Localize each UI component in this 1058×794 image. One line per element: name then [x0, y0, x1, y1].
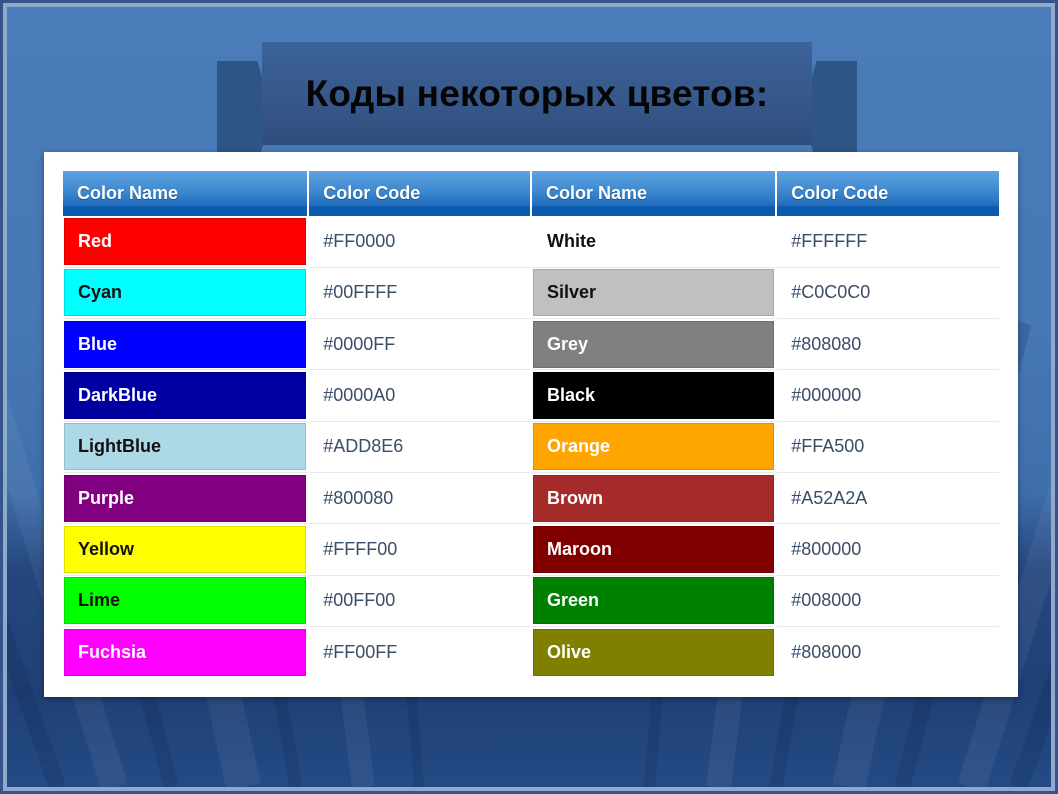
color-code-cell[interactable]: #800080 — [308, 472, 532, 525]
color-swatch: Green — [532, 577, 775, 625]
table-row: LightBlue #ADD8E6 Orange #FFA500 — [63, 421, 999, 474]
color-table-panel: Color Name Color Code Color Name Color C… — [44, 152, 1018, 697]
column-header-color-name-1[interactable]: Color Name — [63, 171, 310, 216]
slide: Коды некоторых цветов: Color Name Color … — [0, 0, 1058, 794]
color-code-cell[interactable]: #808080 — [776, 318, 999, 371]
color-name-cell[interactable]: Purple — [63, 472, 310, 525]
column-header-color-name-2[interactable]: Color Name — [530, 171, 778, 216]
color-swatch: Blue — [64, 320, 307, 368]
color-name-cell[interactable]: Fuchsia — [63, 626, 310, 678]
table-row: DarkBlue #0000A0 Black #000000 — [63, 369, 999, 422]
color-swatch: LightBlue — [64, 423, 307, 471]
color-name-cell[interactable]: Maroon — [530, 523, 778, 576]
color-name-cell[interactable]: Black — [530, 369, 778, 422]
table-row: Lime #00FF00 Green #008000 — [63, 575, 999, 628]
color-swatch: Orange — [532, 423, 775, 471]
color-code-cell[interactable]: #00FFFF — [308, 267, 532, 320]
color-swatch: Purple — [64, 474, 307, 522]
color-swatch: Lime — [64, 577, 307, 625]
color-swatch: Silver — [532, 269, 775, 317]
color-swatch: DarkBlue — [64, 372, 307, 420]
color-code-cell[interactable]: #0000A0 — [308, 369, 532, 422]
color-name-cell[interactable]: Lime — [63, 575, 310, 628]
color-swatch: Black — [532, 372, 775, 420]
page-title: Коды некоторых цветов: — [305, 72, 769, 114]
color-name-cell[interactable]: Orange — [530, 421, 778, 474]
color-name-cell[interactable]: Red — [63, 216, 310, 268]
color-swatch: Grey — [532, 320, 775, 368]
table-row: Fuchsia #FF00FF Olive #808000 — [63, 626, 999, 678]
color-swatch: Fuchsia — [64, 629, 307, 677]
color-code-cell[interactable]: #800000 — [776, 523, 999, 576]
column-header-color-code-1[interactable]: Color Code — [308, 171, 532, 216]
table-row: Red #FF0000 White #FFFFFF — [63, 216, 999, 268]
color-code-cell[interactable]: #FFA500 — [776, 421, 999, 474]
color-swatch: Red — [64, 217, 307, 265]
color-code-cell[interactable]: #808000 — [776, 626, 999, 678]
color-code-cell[interactable]: #008000 — [776, 575, 999, 628]
color-swatch: Olive — [532, 629, 775, 677]
color-swatch: Cyan — [64, 269, 307, 317]
table-row: Cyan #00FFFF Silver #C0C0C0 — [63, 267, 999, 320]
slide-canvas: Коды некоторых цветов: Color Name Color … — [7, 7, 1051, 787]
color-name-cell[interactable]: Olive — [530, 626, 778, 678]
table-body: Red #FF0000 White #FFFFFF Cyan #00FFFF Silver #… — [63, 216, 999, 678]
color-swatch: Maroon — [532, 526, 775, 574]
color-name-cell[interactable]: Blue — [63, 318, 310, 371]
color-name-cell[interactable]: Yellow — [63, 523, 310, 576]
color-code-cell[interactable]: #A52A2A — [776, 472, 999, 525]
color-swatch: Brown — [532, 474, 775, 522]
color-table: Color Name Color Code Color Name Color C… — [63, 171, 999, 678]
color-code-cell[interactable]: #FF00FF — [308, 626, 532, 678]
color-name-cell[interactable]: DarkBlue — [63, 369, 310, 422]
color-swatch: White — [532, 217, 775, 265]
color-name-cell[interactable]: Cyan — [63, 267, 310, 320]
title-bar: Коды некоторых цветов: — [262, 42, 812, 145]
color-code-cell[interactable]: #FFFF00 — [308, 523, 532, 576]
color-name-cell[interactable]: White — [530, 216, 778, 268]
color-name-cell[interactable]: Green — [530, 575, 778, 628]
color-code-cell[interactable]: #0000FF — [308, 318, 532, 371]
color-code-cell[interactable]: #C0C0C0 — [776, 267, 999, 320]
color-name-cell[interactable]: Brown — [530, 472, 778, 525]
color-code-cell[interactable]: #ADD8E6 — [308, 421, 532, 474]
table-header-row: Color Name Color Code Color Name Color C… — [63, 171, 999, 216]
color-code-cell[interactable]: #00FF00 — [308, 575, 532, 628]
color-name-cell[interactable]: LightBlue — [63, 421, 310, 474]
table-row: Yellow #FFFF00 Maroon #800000 — [63, 523, 999, 576]
color-swatch: Yellow — [64, 526, 307, 574]
table-row: Purple #800080 Brown #A52A2A — [63, 472, 999, 525]
color-name-cell[interactable]: Silver — [530, 267, 778, 320]
color-name-cell[interactable]: Grey — [530, 318, 778, 371]
column-header-color-code-2[interactable]: Color Code — [776, 171, 999, 216]
color-code-cell[interactable]: #FFFFFF — [776, 216, 999, 268]
table-header: Color Name Color Code Color Name Color C… — [63, 171, 999, 216]
color-code-cell[interactable]: #FF0000 — [308, 216, 532, 268]
title-ribbon: Коды некоторых цветов: — [217, 42, 857, 164]
table-row: Blue #0000FF Grey #808080 — [63, 318, 999, 371]
color-code-cell[interactable]: #000000 — [776, 369, 999, 422]
